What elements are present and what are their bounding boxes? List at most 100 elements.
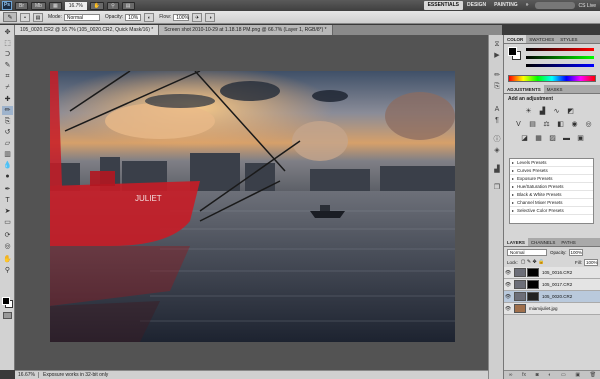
gradient-tool-icon[interactable]: ▥	[2, 150, 13, 159]
zoom-tool-icon[interactable]: ⚲	[2, 266, 13, 275]
eye-icon[interactable]: 👁	[504, 294, 512, 300]
clone-tool-icon[interactable]: ⎘	[2, 117, 13, 126]
3d-rotate-tool-icon[interactable]: ⟳	[2, 231, 13, 240]
layer-row-selected[interactable]: 👁 105_0020.CR2	[504, 291, 600, 303]
brush-panel-toggle[interactable]: ▤	[33, 12, 43, 22]
invert-icon[interactable]: ◪	[520, 134, 529, 143]
layer-row[interactable]: 👁 105_0016.CR2	[504, 267, 600, 279]
shape-tool-icon[interactable]: ▭	[2, 218, 13, 227]
zoom-level-dropdown[interactable]: 16.7%	[64, 1, 87, 10]
red-slider[interactable]	[526, 48, 594, 51]
history-panel-icon[interactable]: ⧖	[492, 40, 502, 49]
gradient-map-icon[interactable]: ▬	[562, 134, 571, 143]
pressure-opacity-toggle[interactable]: ◐	[144, 12, 155, 22]
selective-color-icon[interactable]: ▣	[576, 134, 585, 143]
zoom-tool-button[interactable]: ⚲	[107, 1, 119, 10]
green-slider[interactable]	[526, 56, 594, 59]
workspace-painting[interactable]: PAINTING	[490, 1, 522, 10]
channel-mixer-icon[interactable]: ◎	[584, 120, 593, 129]
dodge-tool-icon[interactable]: ●	[2, 172, 13, 181]
blur-tool-icon[interactable]: 💧	[2, 161, 13, 170]
minibridge-button[interactable]: Mb	[31, 1, 46, 10]
threshold-icon[interactable]: ▨	[548, 134, 557, 143]
tab-swatches[interactable]: SWATCHES	[526, 35, 557, 43]
layer-comps-panel-icon[interactable]: ❐	[492, 183, 502, 192]
workspace-essentials[interactable]: ESSENTIALS	[423, 1, 463, 10]
character-panel-icon[interactable]: A	[492, 105, 502, 114]
fill-field[interactable]: 100%	[584, 258, 598, 266]
arrange-documents-button[interactable]: ▤	[121, 1, 135, 10]
hand-tool-button[interactable]: ✋	[89, 1, 105, 10]
lasso-tool-icon[interactable]: ᑐ	[2, 50, 13, 59]
doc-tab-active[interactable]: 105_0020.CR2 @ 16.7% (105_0020.CR2, Quic…	[15, 25, 160, 35]
eye-icon[interactable]: 👁	[504, 282, 512, 288]
layer-mask-thumbnail[interactable]	[527, 268, 539, 277]
tab-adjustments[interactable]: ADJUSTMENTS	[504, 85, 544, 93]
tab-paths[interactable]: PATHS	[558, 238, 578, 246]
view-extras-button[interactable]: ▦	[48, 1, 62, 10]
tab-styles[interactable]: STYLES	[557, 35, 580, 43]
exposure-icon[interactable]: ◩	[566, 107, 575, 116]
opacity-field[interactable]: 10%	[125, 13, 142, 21]
eyedropper-tool-icon[interactable]: ⌿	[2, 83, 13, 92]
paragraph-panel-icon[interactable]: ¶	[492, 116, 502, 125]
brush-tool-icon[interactable]: ✏	[2, 106, 13, 115]
layer-opacity-field[interactable]: 100%	[568, 248, 583, 256]
workspace-design[interactable]: DESIGN	[463, 1, 490, 10]
brightness-contrast-icon[interactable]: ☀	[524, 107, 533, 116]
layer-mask-thumbnail[interactable]	[527, 280, 539, 289]
canvas-area[interactable]: JULIET	[15, 35, 502, 370]
photo-filter-icon[interactable]: ◉	[570, 120, 579, 129]
preset-levels[interactable]: Levels Presets	[510, 159, 593, 167]
lock-icons[interactable]: ▢ ✎ ✥ 🔒	[521, 259, 545, 265]
color-foreground-swatch[interactable]	[508, 47, 517, 56]
pressure-size-toggle[interactable]: ◑	[205, 12, 216, 22]
pen-tool-icon[interactable]: ✒	[2, 185, 13, 194]
airbrush-toggle[interactable]: ✈	[192, 12, 203, 22]
quick-mask-toggle[interactable]	[3, 312, 12, 319]
layer-row[interactable]: 👁 miamijuliet.jpg	[504, 303, 600, 315]
actions-panel-icon[interactable]: ▶	[492, 51, 502, 60]
layer-mask-thumbnail[interactable]	[527, 292, 539, 301]
flow-field[interactable]: 100%	[173, 13, 190, 21]
type-tool-icon[interactable]: T	[2, 196, 13, 205]
workspace-more[interactable]: »	[522, 1, 533, 10]
path-select-tool-icon[interactable]: ➤	[2, 207, 13, 216]
layer-style-icon[interactable]: fx	[522, 371, 526, 379]
eraser-tool-icon[interactable]: ▱	[2, 139, 13, 148]
crop-tool-icon[interactable]: ⌗	[2, 72, 13, 81]
preset-exposure[interactable]: Exposure Presets	[510, 175, 593, 183]
hue-saturation-icon[interactable]: ▤	[528, 120, 537, 129]
preset-selective-color[interactable]: Selective Color Presets	[510, 207, 593, 215]
add-mask-icon[interactable]: ◙	[536, 371, 539, 379]
new-group-icon[interactable]: ▭	[561, 371, 566, 379]
info-panel-icon[interactable]: ⓘ	[492, 135, 502, 144]
eye-icon[interactable]: 👁	[504, 306, 512, 312]
status-zoom[interactable]: 16.67%	[15, 372, 39, 378]
foreground-color-swatch[interactable]	[2, 297, 10, 305]
tab-layers[interactable]: LAYERS	[504, 238, 528, 246]
clone-source-panel-icon[interactable]: ⎘	[492, 82, 502, 91]
tab-color[interactable]: COLOR	[504, 35, 527, 43]
new-layer-icon[interactable]: ▣	[575, 371, 580, 379]
posterize-icon[interactable]: ▦	[534, 134, 543, 143]
link-layers-icon[interactable]: ∞	[509, 371, 513, 379]
blend-mode-select[interactable]: Normal	[507, 248, 547, 256]
preset-curves[interactable]: Curves Presets	[510, 167, 593, 175]
mode-select[interactable]: Normal	[63, 13, 100, 21]
black-white-icon[interactable]: ◧	[556, 120, 565, 129]
new-adjustment-icon[interactable]: ◐	[548, 371, 551, 379]
healing-tool-icon[interactable]: ✚	[2, 95, 13, 104]
cs-live-menu[interactable]: CS Live	[578, 3, 596, 9]
eye-icon[interactable]: 👁	[504, 270, 512, 276]
3d-orbit-tool-icon[interactable]: ◎	[2, 242, 13, 251]
navigator-panel-icon[interactable]: ◈	[492, 146, 502, 155]
hand-tool-icon[interactable]: ✋	[2, 255, 13, 264]
quick-select-tool-icon[interactable]: ✎	[2, 61, 13, 70]
move-tool-icon[interactable]: ✥	[2, 28, 13, 37]
history-brush-tool-icon[interactable]: ↺	[2, 128, 13, 137]
preset-hue-saturation[interactable]: Hue/Saturation Presets	[510, 183, 593, 191]
histogram-panel-icon[interactable]: ▟	[492, 165, 502, 174]
delete-layer-icon[interactable]: 🗑	[590, 371, 596, 379]
levels-icon[interactable]: ▟	[538, 107, 547, 116]
